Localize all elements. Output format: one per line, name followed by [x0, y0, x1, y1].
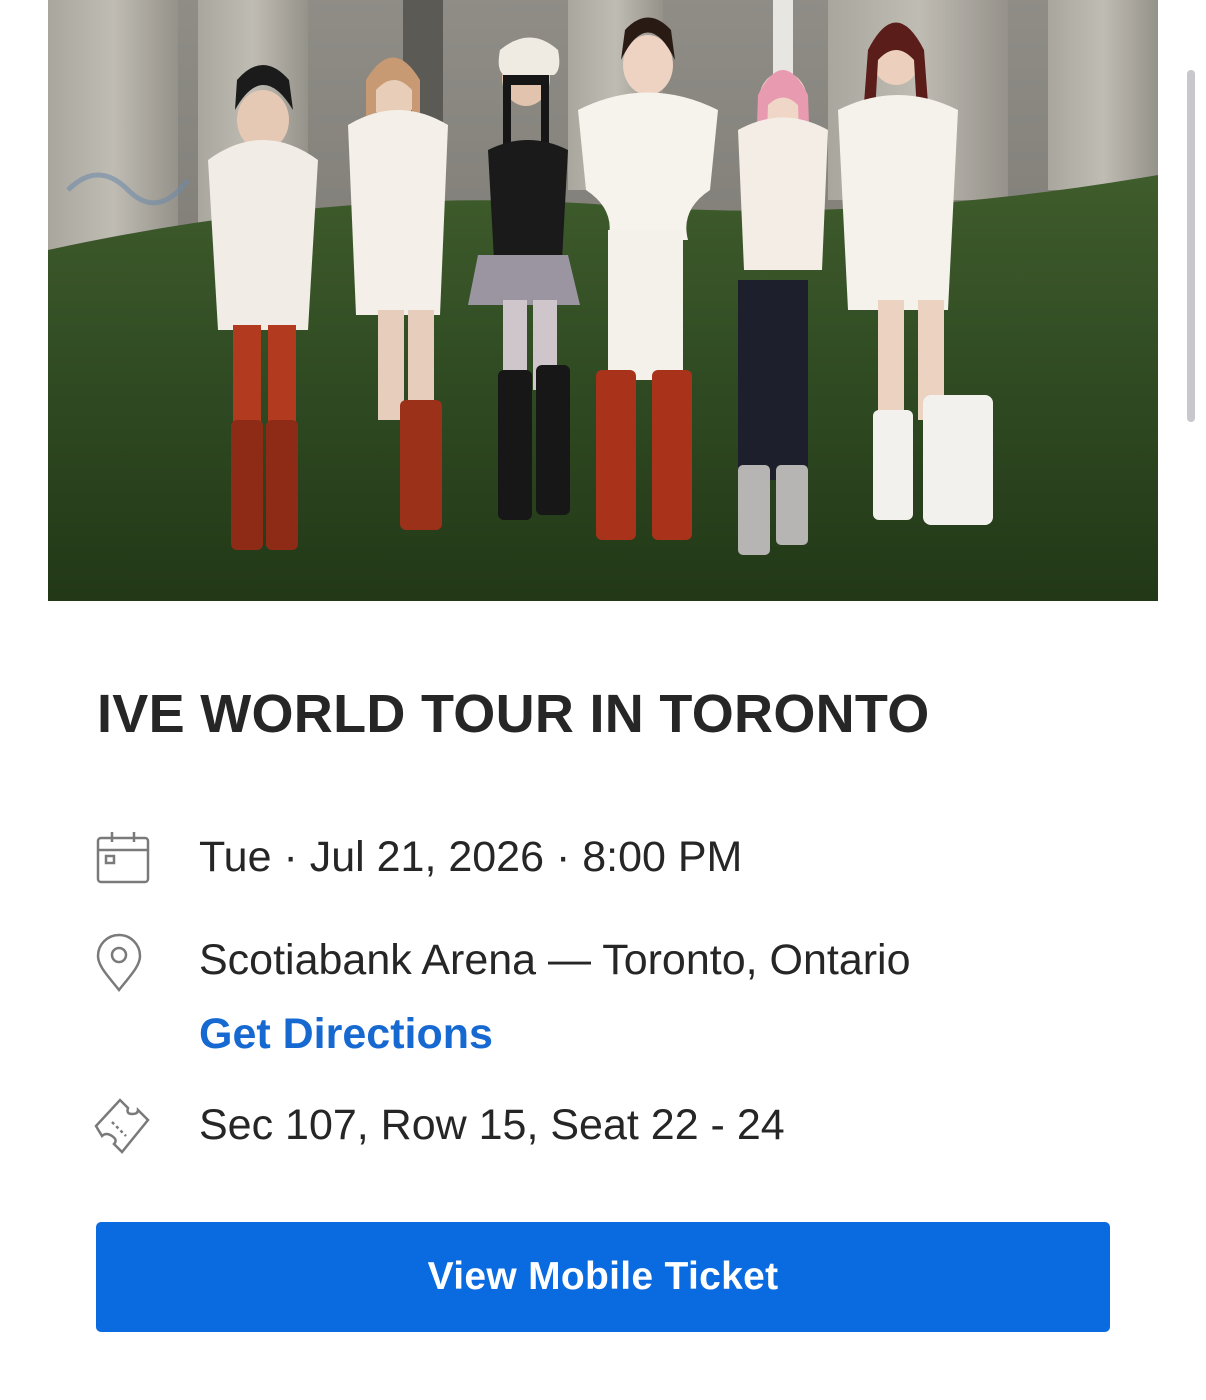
event-venue: Scotiabank Arena — Toronto, Ontario: [199, 936, 911, 984]
seat-details: Sec 107, Row 15, Seat 22 - 24: [199, 1101, 785, 1149]
event-date-time: Tue · Jul 21, 2026 · 8:00 PM: [199, 833, 743, 881]
ticket-icon: [92, 1094, 156, 1158]
location-pin-icon: [92, 930, 156, 994]
event-title: IVE WORLD TOUR IN TORONTO: [97, 684, 930, 744]
calendar-icon: [92, 826, 156, 890]
view-mobile-ticket-button[interactable]: View Mobile Ticket: [96, 1222, 1110, 1332]
get-directions-link[interactable]: Get Directions: [199, 1008, 493, 1060]
event-hero-image: [48, 0, 1158, 601]
scrollbar-thumb[interactable]: [1187, 70, 1195, 422]
